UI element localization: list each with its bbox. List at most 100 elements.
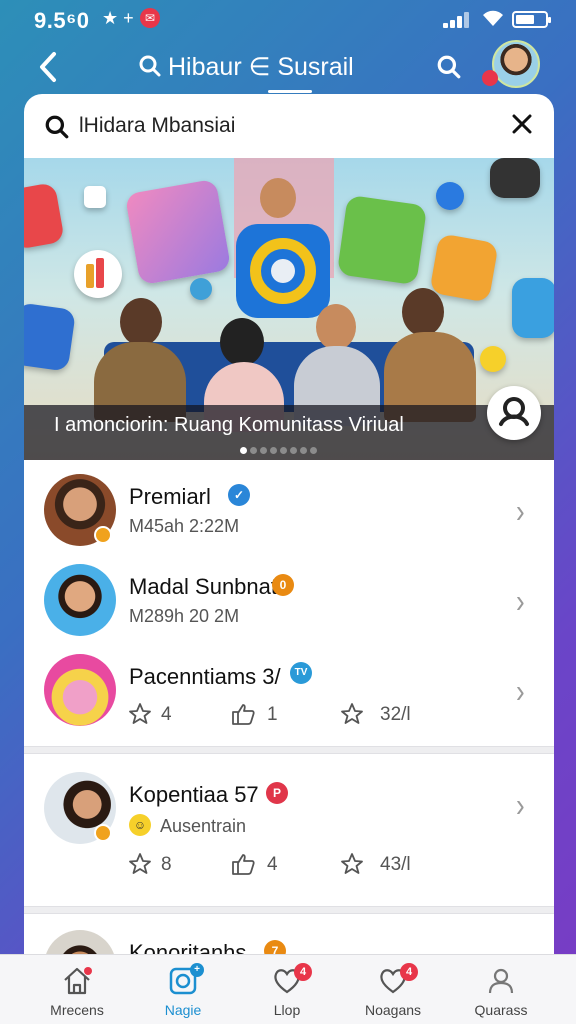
status-badge: P xyxy=(266,782,288,804)
search-bar[interactable]: lHidara Mbansiai xyxy=(24,94,554,158)
list-item[interactable]: Premiarl ✓ M45ah 2:22M › xyxy=(24,466,554,556)
like-count: 4 xyxy=(267,854,278,875)
carousel-dot[interactable] xyxy=(260,447,267,454)
nav-label: Mrecens xyxy=(50,1002,104,1018)
status-indicators: ★ + xyxy=(102,8,134,28)
star-count: 4 xyxy=(161,704,172,725)
close-button[interactable] xyxy=(511,112,533,140)
tv-badge: TV xyxy=(290,662,312,684)
content-sheet: lHidara Mbansiai I amonciorin: Ruang Kom… xyxy=(24,94,554,1024)
person-search-icon xyxy=(499,397,529,426)
app-tile-image xyxy=(480,346,506,372)
rating-count: 32/l xyxy=(380,704,411,725)
star-icon[interactable] xyxy=(340,702,364,731)
search-icon xyxy=(44,114,70,145)
carousel-dot[interactable] xyxy=(310,447,317,454)
banner-search-button[interactable] xyxy=(487,386,541,440)
thumbs-up-icon[interactable] xyxy=(230,852,256,881)
list-item-title: Premiarl xyxy=(129,484,211,509)
status-badge: 0 xyxy=(272,574,294,596)
verified-badge: ✓ xyxy=(228,484,250,506)
nav-item-profile[interactable]: Quarass xyxy=(446,955,556,1024)
app-tile-image xyxy=(436,182,464,210)
close-icon xyxy=(512,114,532,134)
app-tile-image xyxy=(96,258,104,288)
chevron-right-icon: › xyxy=(516,491,525,531)
rating-count: 43/l xyxy=(380,854,411,875)
status-time: 9.5⁶0 xyxy=(34,8,90,33)
nav-badge: + xyxy=(190,963,204,977)
banner-caption: I amonciorin: Ruang Komunitass Viriual xyxy=(54,414,404,436)
page-title: Hibaur ∈ Susrail xyxy=(168,53,354,81)
app-tile-image xyxy=(429,233,499,303)
carousel-dots[interactable] xyxy=(240,447,320,455)
emoji-icon: ☺ xyxy=(129,814,151,836)
featured-banner[interactable]: I amonciorin: Ruang Komunitass Viriual xyxy=(24,158,554,460)
notification-badge: 4 xyxy=(400,963,418,981)
carousel-dot[interactable] xyxy=(290,447,297,454)
status-bar: 9.5⁶0 ★ + ✉ xyxy=(0,0,576,40)
card-title: Kopentiaa 57 xyxy=(129,782,259,807)
nav-item-camera[interactable]: + Nagie xyxy=(128,955,238,1024)
search-icon xyxy=(437,55,461,79)
top-app-bar: Hibaur ∈ Susrail xyxy=(0,40,576,96)
notification-icon: ✉ xyxy=(140,8,160,28)
community-app-logo xyxy=(236,224,330,318)
back-button[interactable] xyxy=(34,50,68,84)
star-count: 8 xyxy=(161,854,172,875)
section-divider xyxy=(24,746,554,754)
thumbs-up-icon[interactable] xyxy=(230,702,256,731)
chevron-right-icon: › xyxy=(516,785,525,825)
online-badge xyxy=(94,824,112,842)
app-tile-image xyxy=(84,186,106,208)
nav-label: Llop xyxy=(273,1002,301,1018)
battery-icon xyxy=(512,11,551,28)
nav-item-favorites[interactable]: 4 Noagans xyxy=(338,955,448,1024)
carousel-dot[interactable] xyxy=(280,447,287,454)
list-item-title: Madal Sunbnat xyxy=(129,574,277,599)
app-tile-image xyxy=(86,264,94,288)
chevron-right-icon: › xyxy=(516,581,525,621)
app-tile-image xyxy=(24,302,77,372)
carousel-dot[interactable] xyxy=(250,447,257,454)
app-tile-image xyxy=(190,278,212,300)
bottom-navigation: Mrecens + Nagie 4 Llop 4 Noagans Quarass xyxy=(0,954,576,1024)
profile-icon xyxy=(488,968,514,994)
section-divider xyxy=(24,906,554,914)
list-item-subtitle: M45ah 2:22M xyxy=(129,516,240,536)
app-tile-image xyxy=(490,158,540,198)
nav-label: Quarass xyxy=(474,1002,528,1018)
star-icon[interactable] xyxy=(340,852,364,881)
nav-item-likes[interactable]: 4 Llop xyxy=(232,955,342,1024)
carousel-dot[interactable] xyxy=(270,447,277,454)
app-tile-image xyxy=(24,182,65,250)
back-chevron-icon xyxy=(40,52,56,82)
online-badge xyxy=(94,526,112,544)
avatar xyxy=(44,564,116,636)
like-count: 1 xyxy=(267,704,278,725)
carousel-dot-active[interactable] xyxy=(240,447,247,454)
signal-icon xyxy=(443,12,473,28)
chevron-right-icon: › xyxy=(516,671,525,711)
app-tile-image xyxy=(336,194,428,286)
nav-label: Nagie xyxy=(164,1002,202,1018)
app-tile-image xyxy=(512,278,554,338)
list-item[interactable]: Pacenntiams 3/ TV 4 1 32/l › xyxy=(24,646,554,746)
profile-avatar[interactable] xyxy=(492,40,540,88)
star-icon[interactable] xyxy=(128,702,152,731)
nav-dot xyxy=(84,967,92,975)
search-button[interactable] xyxy=(436,54,462,85)
app-tile-image xyxy=(124,178,232,286)
search-input[interactable]: lHidara Mbansiai xyxy=(79,114,235,138)
search-icon xyxy=(138,54,162,83)
title-indicator xyxy=(268,90,312,93)
carousel-dot[interactable] xyxy=(300,447,307,454)
community-card[interactable]: Kopentiaa 57 P ☺ Ausentrain 8 4 43/l › xyxy=(24,756,554,906)
list-item-title: Pacenntiams 3/ xyxy=(129,664,281,689)
nav-item-home[interactable]: Mrecens xyxy=(22,955,132,1024)
star-icon[interactable] xyxy=(128,852,152,881)
list-item[interactable]: Madal Sunbnat 0 M289h 20 2M › xyxy=(24,556,554,646)
notification-badge: 4 xyxy=(294,963,312,981)
avatar-badge xyxy=(482,70,498,86)
list-item-subtitle: M289h 20 2M xyxy=(129,606,240,626)
